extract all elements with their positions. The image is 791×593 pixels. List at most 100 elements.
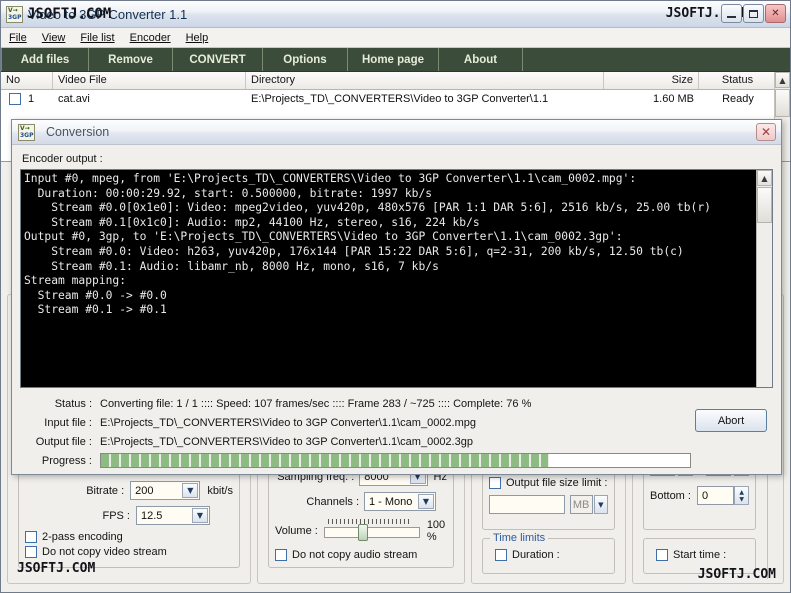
menu-file[interactable]: File <box>9 32 27 44</box>
chevron-down-icon[interactable]: ▼ <box>182 483 199 498</box>
output-size-unit-dropdown-icon[interactable]: ▼ <box>593 495 608 514</box>
status-label: Status : <box>54 397 92 410</box>
checkbox-box[interactable] <box>495 549 507 561</box>
chevron-down-icon[interactable]: ▼ <box>418 494 434 509</box>
bottom-input[interactable]: 0 <box>696 486 735 505</box>
do-not-copy-audio-label: Do not copy audio stream <box>292 549 418 561</box>
two-pass-encoding-checkbox[interactable]: 2-pass encoding <box>25 531 233 543</box>
channels-row: Channels : 1 - Mono ▼ <box>275 492 447 511</box>
menu-view[interactable]: View <box>42 32 66 44</box>
dialog-close-icon[interactable]: ✕ <box>756 123 776 141</box>
conversion-status-grid: Status : Converting file: 1 / 1 :::: Spe… <box>20 394 773 470</box>
scrollbar-thumb[interactable] <box>757 187 772 223</box>
output-file-size-limit-checkbox[interactable]: Output file size limit : <box>489 477 608 489</box>
checkbox-box[interactable] <box>275 549 287 561</box>
options-button[interactable]: Options <box>263 48 348 71</box>
console-text: Input #0, mpeg, from 'E:\Projects_TD\_CO… <box>24 172 711 317</box>
time-limits-group-right: Start time : <box>643 538 756 574</box>
checkbox-box[interactable] <box>25 546 37 558</box>
maximize-button[interactable] <box>743 4 764 23</box>
duration-label: Duration : <box>512 549 560 561</box>
fps-combobox[interactable]: 12.5 ▼ <box>136 506 210 525</box>
remove-button[interactable]: Remove <box>89 48 173 71</box>
time-limits-group-left: Time limits Duration : <box>482 532 615 574</box>
slider-ticks <box>327 519 412 524</box>
menu-help-label: Help <box>185 31 209 44</box>
volume-row: Volume : 100 % <box>275 519 447 543</box>
file-list-header: No Video File Directory Size Status <box>1 72 790 90</box>
output-file-value: E:\Projects_TD\_CONVERTERS\Video to 3GP … <box>100 435 473 448</box>
scroll-up-icon[interactable]: ▲ <box>775 72 790 88</box>
checkbox-box[interactable] <box>25 531 37 543</box>
bottom-spinner[interactable]: ▲ ▼ <box>734 486 749 505</box>
row-directory: E:\Projects_TD\_CONVERTERS\Video to 3GP … <box>251 93 549 105</box>
column-header-directory[interactable]: Directory <box>246 72 604 89</box>
fps-label: FPS : <box>102 509 130 522</box>
slider-thumb[interactable] <box>358 524 369 541</box>
menu-help[interactable]: Help <box>186 32 209 44</box>
output-size-group: Output file size limit : MB ▼ <box>482 468 615 530</box>
window-caption-buttons: ✕ <box>721 4 786 23</box>
video-settings-group: Bitrate : 200 ▼ kbit/s FPS : 12.5 ▼ 2-pa… <box>18 472 240 568</box>
time-limits-legend: Time limits <box>490 532 549 544</box>
conversion-dialog: V→ 3GP Conversion ✕ Encoder output : Inpu… <box>11 119 782 475</box>
checkbox-box[interactable] <box>656 549 668 561</box>
output-file-label: Output file : <box>35 435 92 448</box>
menu-file-label: File <box>9 31 27 44</box>
add-files-button[interactable]: Add files <box>1 48 89 71</box>
encoder-output-console: Input #0, mpeg, from 'E:\Projects_TD\_CO… <box>20 169 773 388</box>
menu-file-list-label: File list <box>80 31 115 44</box>
menu-file-list[interactable]: File list <box>80 32 114 44</box>
status-row: Status : Converting file: 1 / 1 :::: Spe… <box>20 394 773 413</box>
menu-encoder-label: Encoder <box>129 31 171 44</box>
do-not-copy-audio-checkbox[interactable]: Do not copy audio stream <box>275 549 447 561</box>
bitrate-combobox[interactable]: 200 ▼ <box>130 481 201 500</box>
slider-track <box>323 527 420 538</box>
minimize-button[interactable] <box>721 4 742 23</box>
output-file-row: Output file : E:\Projects_TD\_CONVERTERS… <box>20 432 773 451</box>
column-header-status[interactable]: Status <box>699 72 777 89</box>
row-status: Ready <box>722 93 754 105</box>
table-row[interactable]: 1 cat.avi E:\Projects_TD\_CONVERTERS\Vid… <box>1 90 790 108</box>
convert-button[interactable]: CONVERT <box>173 48 263 71</box>
do-not-copy-video-checkbox[interactable]: Do not copy video stream <box>25 546 233 558</box>
row-no: 1 <box>28 93 35 105</box>
channels-combobox[interactable]: 1 - Mono ▼ <box>364 492 436 511</box>
home-page-button[interactable]: Home page <box>348 48 439 71</box>
bitrate-unit: kbit/s <box>207 484 233 497</box>
do-not-copy-video-label: Do not copy video stream <box>42 546 167 558</box>
progress-bar-fill <box>101 454 549 467</box>
about-button[interactable]: About <box>439 48 523 71</box>
console-scrollbar[interactable]: ▲ <box>756 170 772 387</box>
duration-checkbox[interactable]: Duration : <box>495 549 608 561</box>
chevron-down-icon[interactable]: ▼ <box>192 508 208 523</box>
output-size-input[interactable] <box>489 495 565 514</box>
video-3gp-icon: V→ 3GP <box>6 5 23 23</box>
row-size: 1.60 MB <box>653 93 694 105</box>
two-pass-encoding-label: 2-pass encoding <box>42 531 123 543</box>
column-header-no[interactable]: No <box>1 72 53 89</box>
column-header-video-file[interactable]: Video File <box>53 72 246 89</box>
fps-value: 12.5 <box>141 509 163 522</box>
abort-button[interactable]: Abort <box>695 409 767 432</box>
bitrate-row: Bitrate : 200 ▼ kbit/s <box>25 481 233 500</box>
menu-encoder[interactable]: Encoder <box>130 32 171 44</box>
row-checkbox[interactable] <box>9 93 21 105</box>
checkbox-box[interactable] <box>489 477 501 489</box>
start-time-checkbox[interactable]: Start time : <box>656 549 749 561</box>
bitrate-value: 200 <box>135 484 154 497</box>
scroll-up-icon[interactable]: ▲ <box>757 170 772 186</box>
progress-bar <box>100 453 691 468</box>
output-file-size-limit-label: Output file size limit : <box>506 477 608 489</box>
input-file-label: Input file : <box>44 416 92 429</box>
volume-slider[interactable] <box>323 519 420 541</box>
start-time-label: Start time : <box>673 549 727 561</box>
fps-row: FPS : 12.5 ▼ <box>25 506 233 525</box>
output-size-unit: MB <box>569 495 593 514</box>
scrollbar-thumb[interactable] <box>775 89 790 117</box>
crop-bottom-row: Bottom : 0 ▲ ▼ <box>650 486 749 505</box>
application-window: V→ 3GP Video to 3GP Converter 1.1 JSOFTJ.… <box>0 0 791 593</box>
close-button[interactable]: ✕ <box>765 4 786 23</box>
column-header-size[interactable]: Size <box>604 72 699 89</box>
dialog-titlebar: V→ 3GP Conversion ✕ <box>12 120 781 145</box>
